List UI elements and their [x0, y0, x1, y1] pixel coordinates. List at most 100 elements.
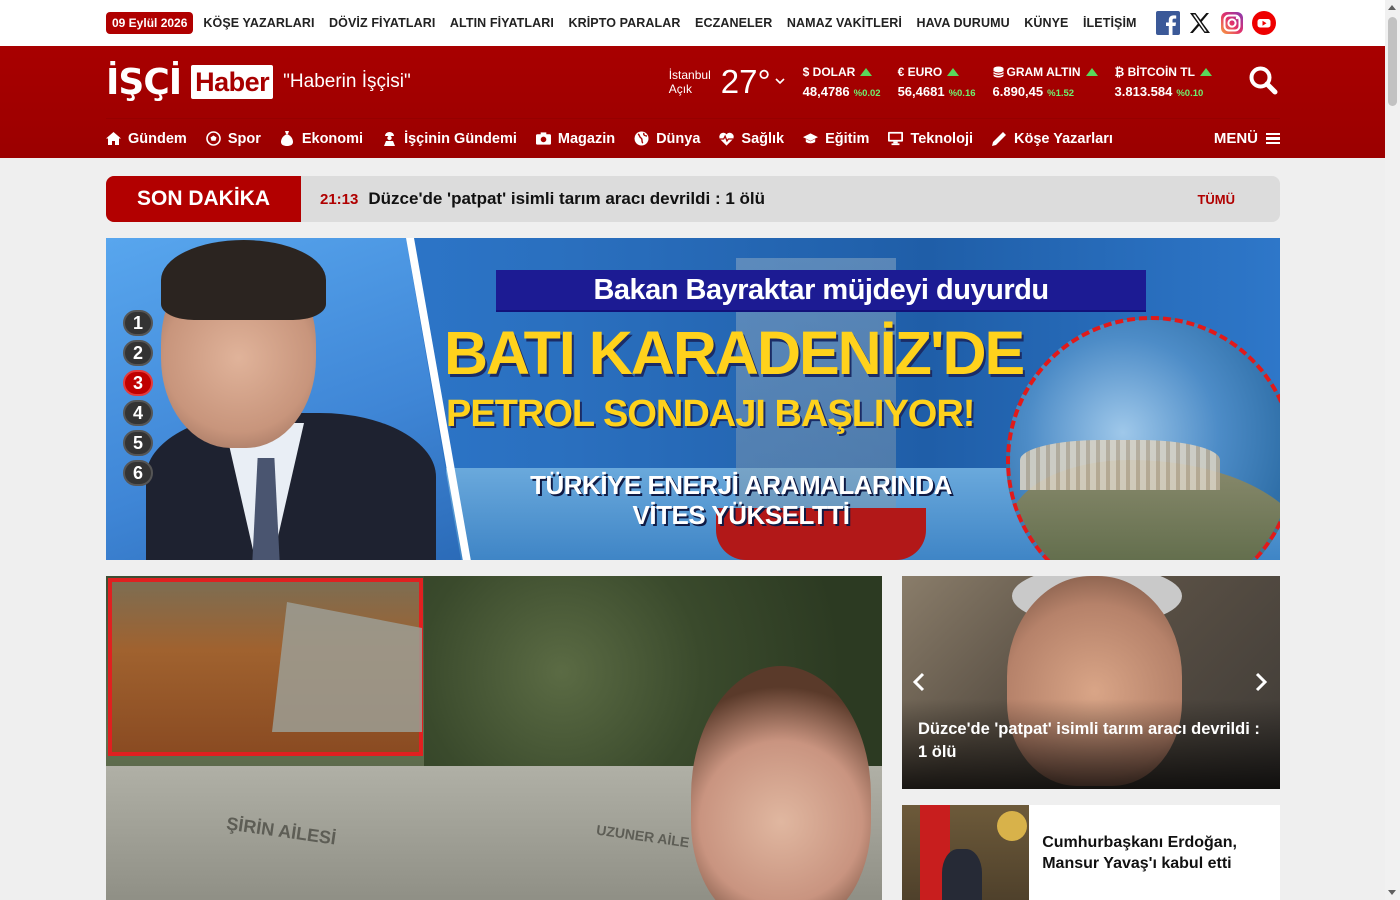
instagram-icon[interactable] [1220, 11, 1244, 35]
heartbeat-icon [719, 131, 735, 146]
slide-dot-4[interactable]: 4 [123, 400, 153, 426]
breaking-label: SON DAKİKA [106, 176, 301, 222]
nav-item-iscinin-gundemi[interactable]: İşçinin Gündemi [382, 131, 517, 147]
nav-label: Dünya [656, 130, 701, 147]
main-nav: Gündem Spor Ekonomi İşçinin Gündemi Maga… [106, 118, 1280, 158]
logo-haber: Haber [191, 65, 274, 99]
money-bag-icon [280, 131, 295, 146]
nav-item-saglik[interactable]: Sağlık [719, 131, 784, 147]
up-arrow-icon [1199, 68, 1212, 76]
rate-name: $ DOLAR [802, 65, 856, 79]
slider-pagination: 1 2 3 4 5 6 [123, 310, 153, 486]
rate-change: %0.10 [1176, 88, 1204, 99]
rate-dollar[interactable]: $ DOLAR 48,4786 %0.02 [803, 65, 881, 99]
site-logo[interactable]: İŞÇİ Haber "Haberin İşçisi" [106, 62, 411, 103]
slide-dot-5[interactable]: 5 [123, 430, 153, 456]
rate-bitcoin[interactable]: ₿ BİTCOİN TL 3.813.584 %0.10 [1115, 65, 1212, 99]
x-icon[interactable] [1188, 11, 1212, 35]
rate-euro[interactable]: € EURO 56,4681 %0.16 [898, 65, 976, 99]
weather-condition: Açık [668, 82, 693, 96]
nav-item-kose-yazarlari[interactable]: Köşe Yazarları [992, 131, 1113, 147]
top-link-prayer-times[interactable]: NAMAZ VAKİTLERİ [787, 16, 902, 30]
rate-change: %1.52 [1047, 88, 1075, 99]
slide-dot-2[interactable]: 2 [123, 340, 153, 366]
nav-item-dunya[interactable]: Dünya [634, 131, 700, 147]
scroll-down-icon[interactable] [1388, 890, 1396, 895]
top-link-currency[interactable]: DÖVİZ FİYATLARI [329, 16, 435, 30]
hero-footline: TÜRKİYE ENERJİ ARAMALARINDA VİTES YÜKSEL… [496, 470, 986, 530]
hero-subtitle: Bakan Bayraktar müjdeyi duyurdu [496, 270, 1146, 310]
facebook-icon[interactable] [1156, 11, 1180, 35]
top-link-weather[interactable]: HAVA DURUMU [916, 16, 1009, 30]
weather-temp: 27° [720, 63, 771, 100]
breaking-item[interactable]: 21:13 Düzce'de 'patpat' isimli tarım ara… [301, 176, 1197, 222]
slide-dot-1[interactable]: 1 [123, 310, 153, 336]
nav-label: İşçinin Gündemi [404, 130, 517, 147]
top-link-gold[interactable]: ALTIN FİYATLARI [450, 16, 554, 30]
hero-headline-2: PETROL SONDAJI BAŞLIYOR! [446, 393, 975, 435]
nav-label: Köşe Yazarları [1014, 130, 1113, 147]
up-arrow-icon [860, 68, 873, 76]
top-link-contact[interactable]: İLETİŞİM [1083, 16, 1137, 30]
nav-item-teknoloji[interactable]: Teknoloji [888, 131, 973, 147]
coin-stack-icon [992, 66, 1004, 78]
globe-icon [634, 131, 649, 146]
side-slider-title: Düzce'de 'patpat' isimli tarım aracı dev… [918, 720, 1260, 761]
top-link-authors[interactable]: KÖŞE YAZARLARI [203, 16, 314, 30]
rate-value: 6.890,45 [992, 84, 1044, 99]
pen-icon [992, 131, 1007, 146]
chevron-right-icon[interactable] [1254, 672, 1268, 698]
hero-coast-photo [1006, 316, 1280, 560]
slide-dot-6[interactable]: 6 [123, 460, 153, 486]
main-story-image[interactable]: ŞİRİN AİLESİ UZUNER AİLE [106, 576, 882, 900]
hero-footline-1: TÜRKİYE ENERJİ ARAMALARINDA [530, 470, 952, 500]
worker-icon [382, 131, 397, 146]
site-header: İŞÇİ Haber "Haberin İşçisi" İstanbul Açı… [0, 46, 1400, 158]
hero-minister-photo [106, 238, 461, 560]
side-news-card[interactable]: Cumhurbaşkanı Erdoğan, Mansur Yavaş'ı ka… [902, 805, 1280, 900]
rate-change: %0.16 [948, 88, 976, 99]
nav-item-gundem[interactable]: Gündem [106, 131, 187, 147]
hero-slider[interactable]: 1 2 3 4 5 6 Bakan Bayraktar müjdeyi duyu… [106, 238, 1280, 560]
date-badge: 09 Eylül 2026 [106, 12, 194, 34]
breaking-time: 21:13 [320, 190, 359, 208]
nav-item-magazin[interactable]: Magazin [535, 130, 616, 147]
social-links [1156, 11, 1276, 35]
youtube-icon[interactable] [1252, 11, 1276, 35]
weather-city: İstanbul [668, 68, 711, 82]
menu-label: MENÜ [1213, 130, 1258, 147]
nav-item-ekonomi[interactable]: Ekonomi [280, 131, 363, 147]
nav-item-spor[interactable]: Spor [206, 131, 261, 147]
weather-widget[interactable]: İstanbul Açık 27° [669, 63, 785, 101]
logo-isci: İŞÇİ [106, 61, 182, 103]
search-icon[interactable] [1248, 65, 1278, 100]
side-news-image [902, 805, 1030, 900]
slide-dot-3[interactable]: 3 [123, 370, 153, 396]
top-link-pharmacies[interactable]: ECZANELER [695, 16, 772, 30]
side-news-title: Cumhurbaşkanı Erdoğan, Mansur Yavaş'ı ka… [1042, 834, 1237, 872]
side-slider-card[interactable]: Düzce'de 'patpat' isimli tarım aracı dev… [902, 576, 1280, 789]
graduation-cap-icon [803, 131, 819, 146]
currency-rates: $ DOLAR 48,4786 %0.02 € EURO 56,4681 %0.16… [803, 65, 1229, 99]
chevron-down-icon [775, 76, 785, 88]
up-arrow-icon [1085, 68, 1098, 76]
rate-name: ₿ BİTCOİN TL [1114, 65, 1195, 79]
hero-footline-2: VİTES YÜKSELTTİ [632, 500, 850, 530]
chevron-left-icon[interactable] [912, 672, 926, 698]
page-scrollbar[interactable] [1385, 0, 1400, 900]
nav-label: Sağlık [741, 130, 785, 147]
top-link-crypto[interactable]: KRİPTO PARALAR [568, 16, 680, 30]
rate-gold[interactable]: GRAM ALTIN 6.890,45 %1.52 [993, 65, 1098, 99]
menu-button[interactable]: MENÜ [1214, 130, 1280, 147]
top-link-imprint[interactable]: KÜNYE [1024, 16, 1068, 30]
nav-label: Teknoloji [910, 130, 974, 147]
rate-value: 3.813.584 [1114, 84, 1173, 99]
nav-label: Magazin [557, 130, 616, 147]
breaking-all-link[interactable]: TÜMÜ [1197, 176, 1235, 222]
hero-headline-1: BATI KARADENİZ'DE [444, 319, 1025, 387]
nav-item-egitim[interactable]: Eğitim [803, 131, 869, 147]
scroll-thumb[interactable] [1388, 17, 1397, 106]
up-arrow-icon [947, 68, 960, 76]
football-icon [206, 131, 221, 146]
scroll-up-icon[interactable] [1388, 5, 1396, 10]
